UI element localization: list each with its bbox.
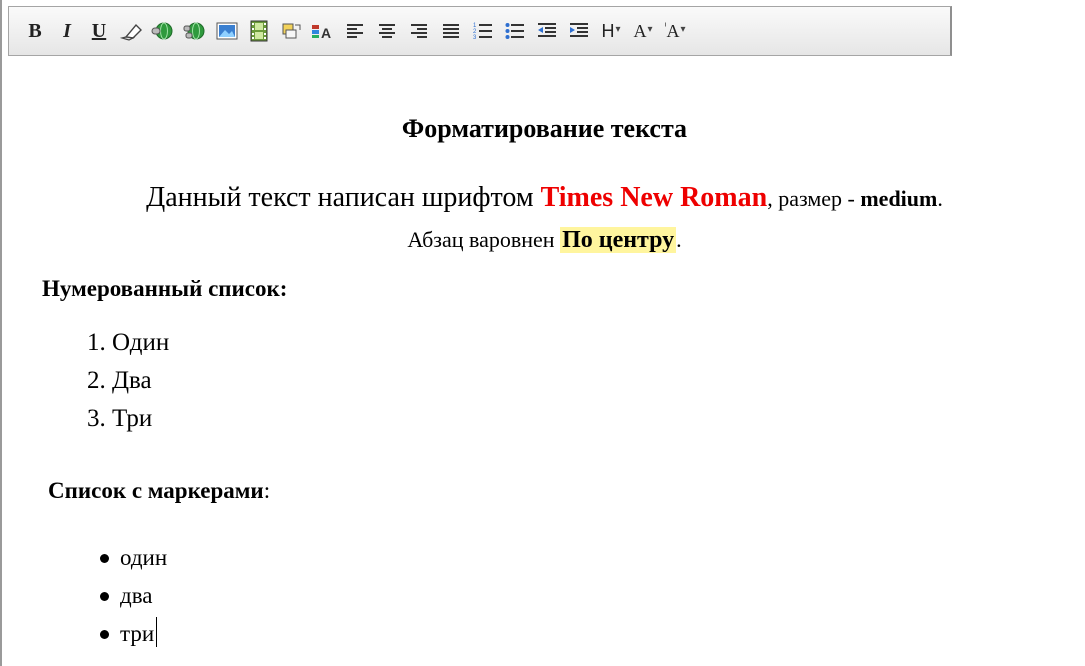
outdent-button[interactable] — [531, 15, 563, 47]
font-size-dropdown-button[interactable]: A ▾ — [627, 15, 659, 47]
italic-icon: I — [63, 20, 71, 42]
bulleted-list-icon — [505, 23, 524, 39]
chevron-down-icon: ▾ — [615, 23, 621, 35]
align-left-button[interactable] — [339, 15, 371, 47]
font-name-text: Times New Roman — [540, 182, 768, 213]
align-justify-icon — [443, 24, 459, 38]
numbered-list-icon: 123 — [473, 23, 492, 41]
insert-image-button[interactable] — [211, 15, 243, 47]
indent-icon — [570, 23, 588, 37]
bulleted-list: один два три — [99, 539, 167, 653]
indent-button[interactable] — [563, 15, 595, 47]
numbered-list-heading: Нумерованный список: — [42, 276, 288, 301]
svg-text:A: A — [321, 25, 331, 41]
insert-link-button[interactable] — [147, 15, 179, 47]
font-size-icon: A ▾ — [633, 20, 653, 41]
bold-icon: B — [28, 20, 42, 42]
highlighted-text: По центру — [560, 227, 677, 253]
align-right-icon — [411, 24, 427, 38]
heading-icon: H ▾ — [601, 20, 621, 41]
numbered-list: Один Два Три — [82, 324, 169, 438]
insert-video-button[interactable] — [243, 15, 275, 47]
align-center-icon — [379, 24, 395, 38]
editor-toolbar: B I U A 1 2 3 H ▾ A ▾ ⁱ A ▾ — [8, 6, 952, 56]
text-color-icon: A — [312, 25, 331, 41]
svg-text:3: 3 — [473, 35, 477, 41]
eraser-icon — [120, 23, 142, 41]
align-left-icon — [347, 24, 363, 38]
italic-button[interactable]: I — [51, 15, 83, 47]
heading-dropdown-button[interactable]: H ▾ — [595, 15, 627, 47]
list-item: Один — [112, 324, 169, 362]
bulleted-list-heading: Список с маркерами: — [48, 478, 271, 503]
font-size-text: medium — [860, 186, 938, 211]
list-item: Два — [112, 362, 169, 400]
underline-button[interactable]: U — [83, 15, 115, 47]
rich-text-editor: B I U A 1 2 3 H ▾ A ▾ ⁱ A ▾ Форматирован… — [0, 0, 1085, 666]
text-color-button[interactable]: A — [307, 15, 339, 47]
numbered-list-button[interactable]: 123 — [467, 15, 499, 47]
document-title: Форматирование текста — [401, 114, 688, 143]
remove-link-button[interactable] — [179, 15, 211, 47]
text-cursor — [156, 617, 158, 647]
align-center-button[interactable] — [371, 15, 403, 47]
align-justify-button[interactable] — [435, 15, 467, 47]
format-painter-button[interactable] — [275, 15, 307, 47]
chevron-down-icon: ▾ — [680, 23, 686, 35]
unlink-icon — [183, 22, 205, 40]
bulleted-list-button[interactable] — [499, 15, 531, 47]
bold-button[interactable]: B — [19, 15, 51, 47]
list-item: два — [99, 577, 167, 615]
align-right-button[interactable] — [403, 15, 435, 47]
video-icon — [250, 20, 268, 42]
list-item: Три — [112, 400, 169, 438]
underline-icon: U — [91, 20, 107, 42]
list-item: три — [99, 615, 167, 653]
image-icon — [216, 22, 238, 40]
remove-format-button[interactable] — [115, 15, 147, 47]
font-family-dropdown-button[interactable]: ⁱ A ▾ — [659, 15, 691, 47]
link-icon — [151, 22, 173, 40]
paint-icon — [282, 23, 301, 39]
intro-paragraph: Данный текст написан шрифтом Times New R… — [146, 182, 943, 253]
chevron-down-icon: ▾ — [647, 23, 653, 35]
font-family-icon: ⁱ A ▾ — [664, 20, 686, 41]
outdent-icon — [538, 23, 556, 37]
list-item: один — [99, 539, 167, 577]
